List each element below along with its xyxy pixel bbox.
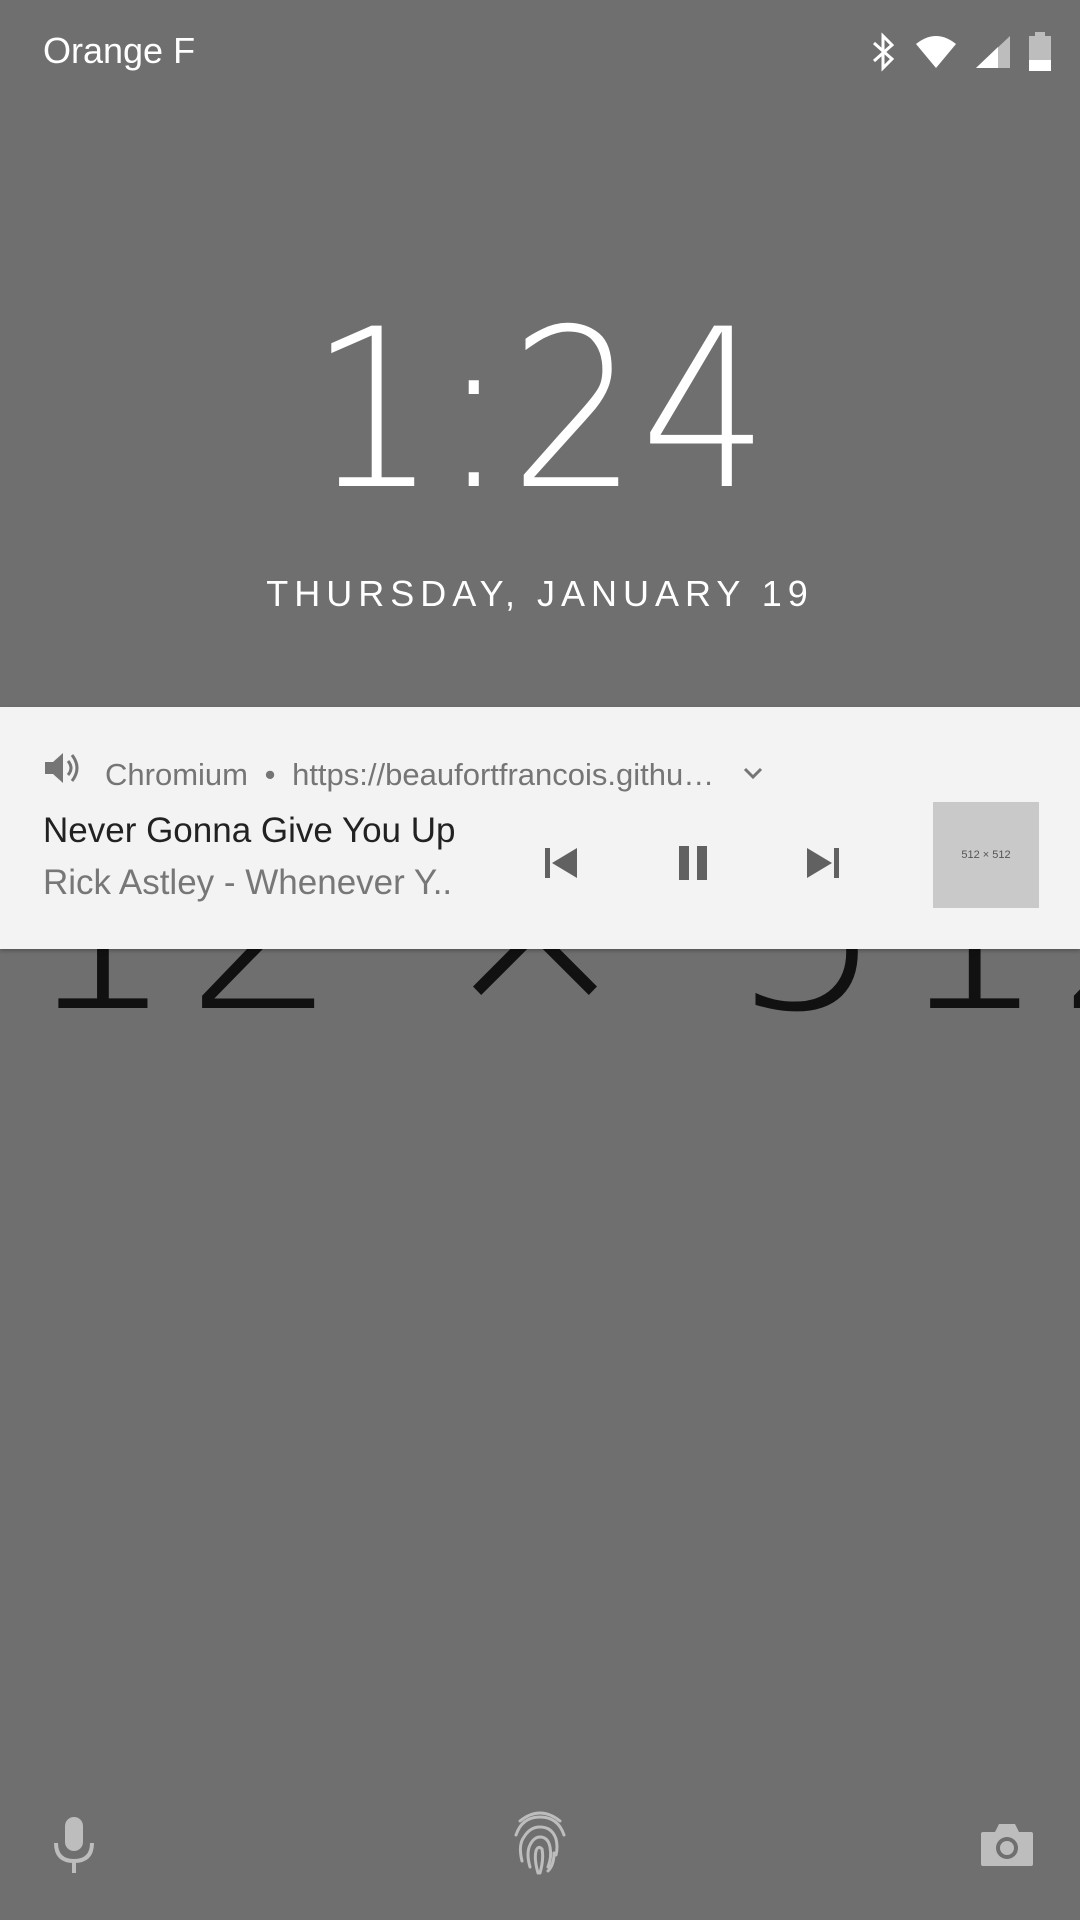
lockscreen-date: THURSDAY, JANUARY 19: [266, 573, 814, 614]
pause-icon: [673, 843, 713, 888]
fingerprint-icon: [508, 1805, 572, 1882]
status-icons: [870, 30, 1052, 74]
app-name: Chromium: [105, 757, 248, 792]
album-artwork: 512 × 512: [933, 802, 1039, 908]
camera-button[interactable]: [975, 1816, 1039, 1876]
bluetooth-icon: [870, 32, 898, 72]
cell-signal-icon: [974, 34, 1012, 70]
next-track-icon: [803, 843, 843, 888]
pause-button[interactable]: [663, 835, 723, 895]
chevron-down-icon[interactable]: [742, 765, 764, 786]
wifi-icon: [914, 34, 958, 70]
source-url: https://beaufortfrancois.githu…: [292, 757, 715, 792]
voice-assist-button[interactable]: [44, 1812, 104, 1882]
notification-header: Chromium • https://beaufortfrancois.gith…: [105, 757, 714, 793]
track-artist: Rick Astley - Whenever Y..: [43, 863, 453, 902]
lock-screen: Orange F 1:24 THURSDAY, JANUARY 19 Chrom…: [0, 0, 1080, 1920]
battery-icon: [1028, 32, 1052, 72]
previous-track-button[interactable]: [531, 835, 591, 895]
lockscreen-clock: 1:24: [309, 282, 771, 538]
carrier-label: Orange F: [43, 30, 196, 71]
album-artwork-label: 512 × 512: [961, 849, 1011, 861]
track-title: Never Gonna Give You Up: [43, 811, 456, 850]
fingerprint-unlock[interactable]: [504, 1803, 576, 1883]
status-bar: Orange F: [0, 0, 1080, 110]
next-track-button[interactable]: [793, 835, 853, 895]
previous-track-icon: [541, 843, 581, 888]
media-notification[interactable]: Chromium • https://beaufortfrancois.gith…: [0, 707, 1080, 949]
header-separator: •: [264, 757, 276, 792]
speaker-icon: [43, 748, 83, 793]
camera-icon: [979, 1820, 1035, 1873]
microphone-icon: [50, 1815, 98, 1880]
